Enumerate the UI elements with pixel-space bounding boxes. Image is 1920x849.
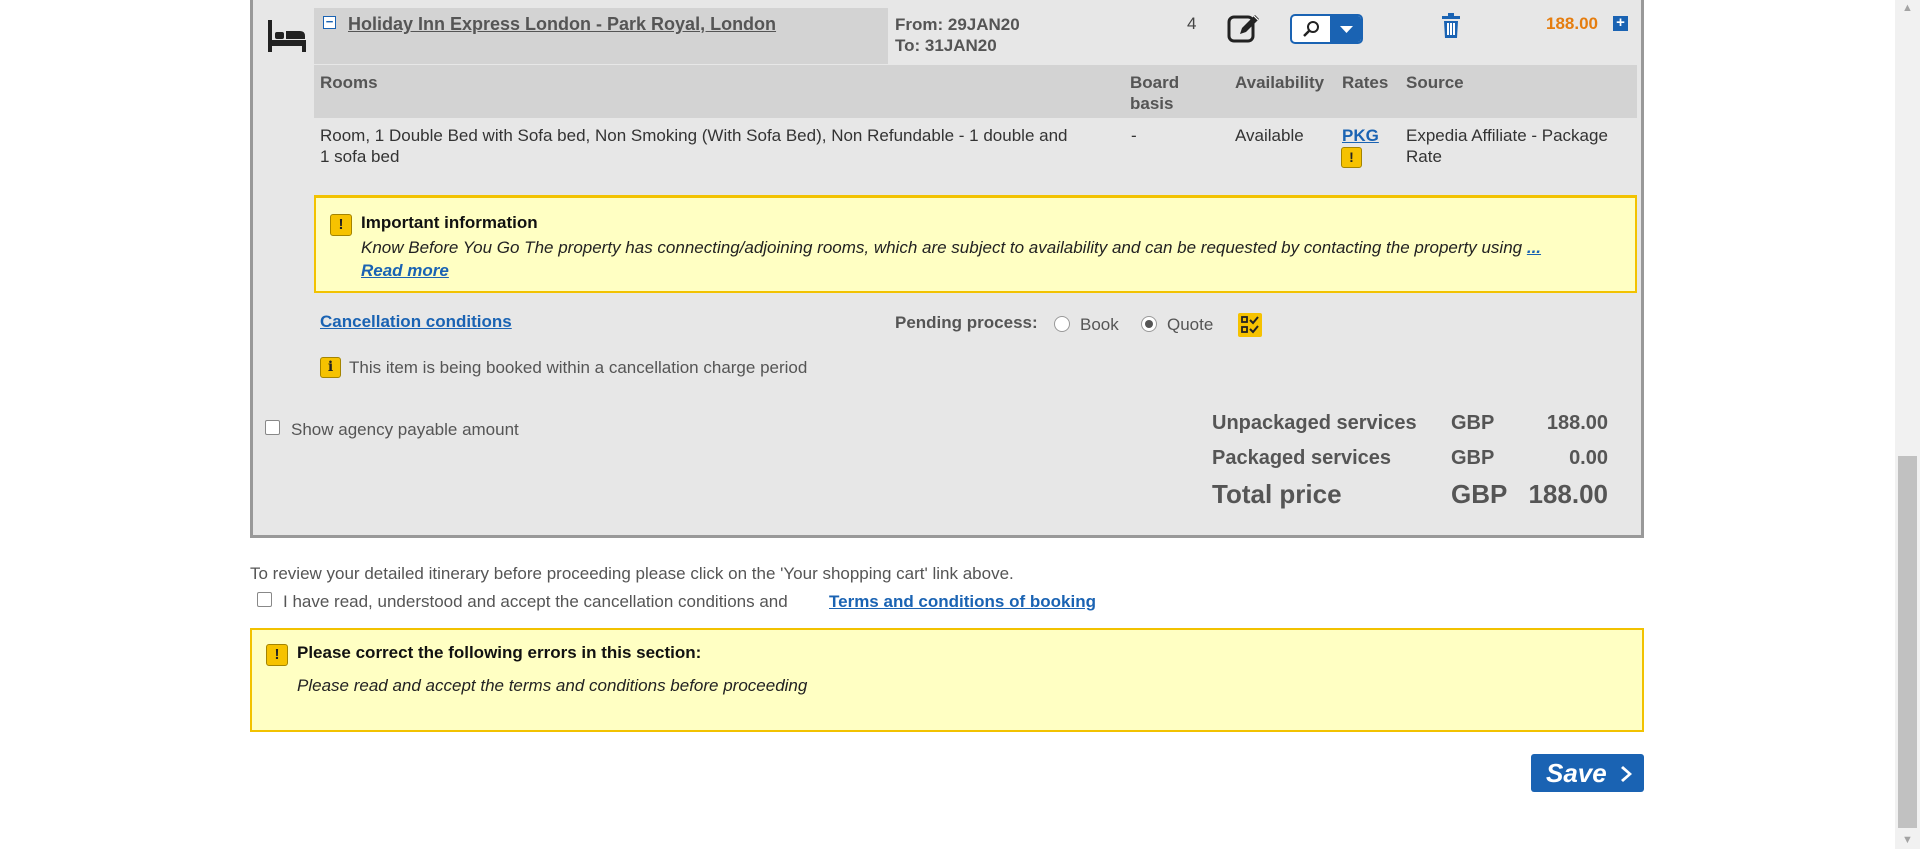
save-button-label: Save xyxy=(1546,758,1607,788)
cancellation-conditions-link[interactable]: Cancellation conditions xyxy=(320,312,512,332)
radio-quote[interactable] xyxy=(1141,316,1157,332)
stay-dates: From: 29JAN20 To: 31JAN20 xyxy=(895,14,1020,56)
terms-conditions-link[interactable]: Terms and conditions of booking xyxy=(829,592,1096,612)
important-info-body: Know Before You Go The property has conn… xyxy=(361,238,1523,257)
show-agency-checkbox[interactable] xyxy=(265,420,280,435)
rate-pkg-link[interactable]: PKG xyxy=(1342,125,1379,146)
vertical-scrollbar[interactable]: ▲ ▼ xyxy=(1895,0,1920,849)
search-options-button[interactable] xyxy=(1290,14,1363,44)
radio-book-label[interactable]: Book xyxy=(1080,315,1119,335)
scroll-up-icon[interactable]: ▲ xyxy=(1895,0,1920,17)
room-description-line1: Room, 1 Double Bed with Sofa bed, Non Sm… xyxy=(320,126,1068,145)
checklist-icon[interactable] xyxy=(1238,313,1262,337)
save-button[interactable]: Save xyxy=(1531,754,1644,792)
chevron-down-icon[interactable] xyxy=(1330,16,1363,42)
delete-icon[interactable] xyxy=(1440,13,1462,39)
col-board-basis-line2: basis xyxy=(1130,94,1174,113)
pending-process-label: Pending process: xyxy=(895,313,1038,332)
unpackaged-label: Unpackaged services xyxy=(1212,412,1417,434)
error-warning-icon: ! xyxy=(266,644,288,666)
error-message: Please read and accept the terms and con… xyxy=(297,676,808,695)
source-value: Expedia Affiliate - Package Rate xyxy=(1406,125,1608,167)
ellipsis-link[interactable]: ... xyxy=(1527,238,1541,257)
quantity-value: 4 xyxy=(1187,14,1197,33)
availability-value: Available xyxy=(1235,126,1304,145)
expand-icon[interactable]: + xyxy=(1613,15,1628,31)
packaged-currency: GBP xyxy=(1451,447,1495,469)
room-description-line2: 1 sofa bed xyxy=(320,147,400,166)
radio-book[interactable] xyxy=(1054,316,1070,332)
scroll-down-icon[interactable]: ▼ xyxy=(1895,832,1920,849)
error-title: Please correct the following errors in t… xyxy=(297,643,702,662)
show-agency-label[interactable]: Show agency payable amount xyxy=(291,420,519,440)
packaged-value: 0.00 xyxy=(1569,447,1608,469)
important-info-text: Know Before You Go The property has conn… xyxy=(361,236,1621,282)
date-to: To: 31JAN20 xyxy=(895,36,997,55)
collapse-icon[interactable]: − xyxy=(323,15,336,29)
hotel-name-link[interactable]: Holiday Inn Express London - Park Royal,… xyxy=(348,14,776,35)
packaged-label: Packaged services xyxy=(1212,447,1392,469)
col-board-basis: Board basis xyxy=(1130,72,1179,114)
scrollbar-thumb[interactable] xyxy=(1898,456,1917,828)
search-icon[interactable] xyxy=(1292,16,1330,42)
radio-quote-label[interactable]: Quote xyxy=(1167,315,1213,335)
important-info-title: Important information xyxy=(361,213,538,232)
accept-terms-label[interactable]: I have read, understood and accept the c… xyxy=(283,592,788,612)
source-line1: Expedia Affiliate - Package xyxy=(1406,126,1608,145)
item-price: 188.00 xyxy=(1546,14,1598,33)
col-availability: Availability xyxy=(1235,73,1325,92)
date-from: From: 29JAN20 xyxy=(895,15,1020,34)
col-source: Source xyxy=(1406,73,1464,92)
review-instructions: To review your detailed itinerary before… xyxy=(250,564,1014,583)
rate-warning-icon[interactable]: ! xyxy=(1341,147,1362,168)
source-line2: Rate xyxy=(1406,147,1442,166)
total-label: Total price xyxy=(1212,479,1342,509)
unpackaged-value: 188.00 xyxy=(1546,412,1608,434)
warning-icon: ! xyxy=(330,214,352,236)
col-board-basis-line1: Board xyxy=(1130,73,1180,92)
accept-terms-checkbox[interactable] xyxy=(257,592,272,607)
read-more-link[interactable]: Read more xyxy=(361,261,449,280)
cancellation-period-notice: This item is being booked within a cance… xyxy=(349,358,808,377)
col-rates: Rates xyxy=(1342,73,1389,92)
info-icon: i xyxy=(320,357,341,378)
edit-icon[interactable] xyxy=(1227,12,1261,44)
unpackaged-currency: GBP xyxy=(1451,412,1495,434)
room-description: Room, 1 Double Bed with Sofa bed, Non Sm… xyxy=(320,125,1120,167)
total-value: 188.00 xyxy=(1528,479,1608,509)
bed-icon xyxy=(268,20,306,52)
board-basis-value: - xyxy=(1131,126,1137,145)
col-rooms: Rooms xyxy=(320,73,378,92)
total-currency: GBP xyxy=(1451,479,1508,509)
chevron-right-icon xyxy=(1621,766,1632,782)
